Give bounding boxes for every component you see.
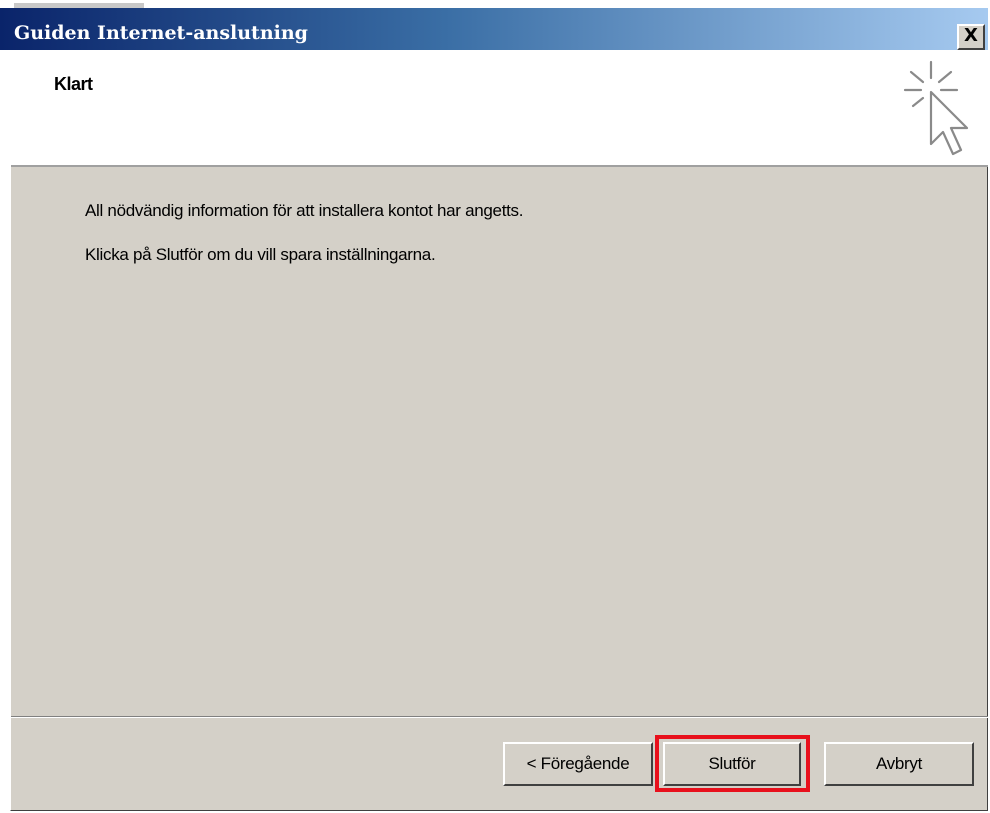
- back-button[interactable]: < Föregående: [503, 742, 653, 786]
- window-title: Guiden Internet-anslutning: [14, 22, 308, 44]
- title-bar[interactable]: Guiden Internet-anslutning X: [0, 8, 988, 50]
- button-divider: [11, 716, 988, 718]
- info-text: All nödvändig information för att instal…: [85, 201, 524, 220]
- page-title: Klart: [54, 74, 93, 94]
- cursor-click-icon: [903, 60, 969, 156]
- finish-button[interactable]: Slutför: [663, 742, 801, 786]
- wizard-header: Klart: [11, 50, 988, 167]
- close-button[interactable]: X: [957, 24, 985, 50]
- background-window-strip: [0, 0, 988, 8]
- instruction-text: Klicka på Slutför om du vill spara instä…: [85, 245, 436, 264]
- cancel-button[interactable]: Avbryt: [824, 742, 974, 786]
- close-icon: X: [964, 25, 978, 46]
